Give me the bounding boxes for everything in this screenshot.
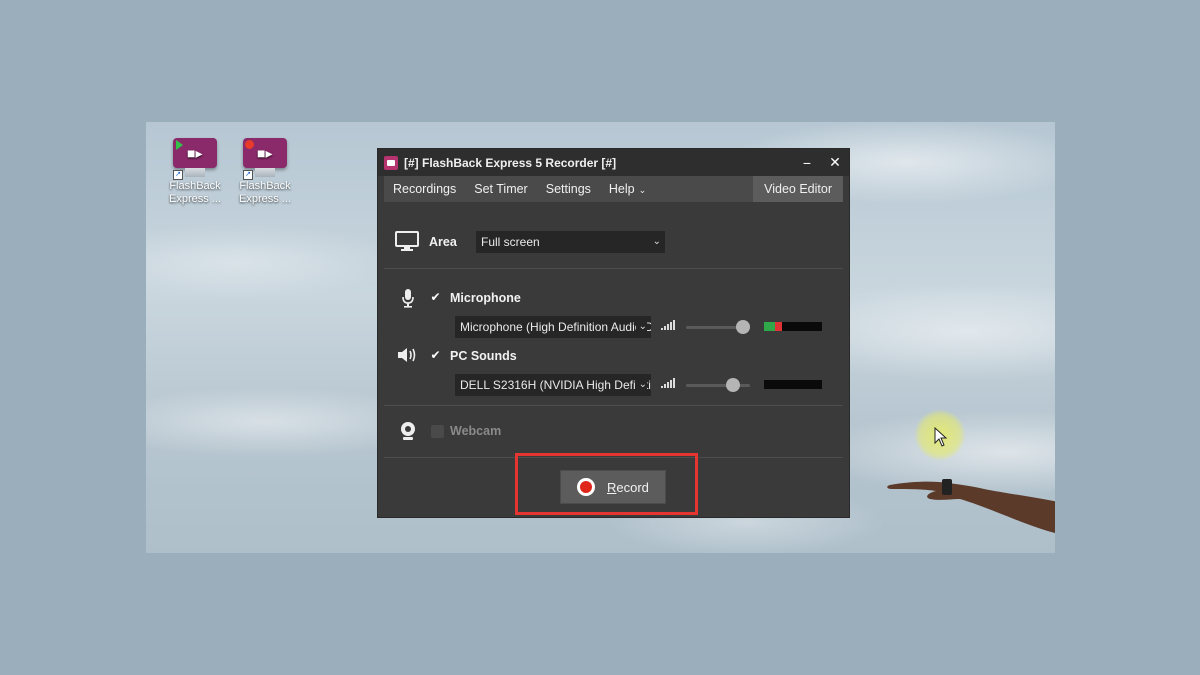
record-icon	[577, 478, 595, 496]
desktop-icon-label: FlashBack Express ...	[239, 180, 291, 205]
microphone-device-value: Microphone (High Definition Audio Device…	[460, 320, 651, 334]
flashback-player-icon: ■▸ ↗	[173, 138, 217, 180]
volume-bars-icon	[661, 378, 675, 388]
desktop-icon-flashback-recorder[interactable]: ■▸ ↗ FlashBack Express ...	[234, 138, 296, 206]
pc-sounds-checkbox[interactable]: ✔	[429, 349, 442, 362]
area-select[interactable]: Full screen ⌄	[476, 231, 665, 253]
webcam-checkbox[interactable]	[431, 425, 444, 438]
webcam-label: Webcam	[450, 424, 502, 438]
menu-set-timer[interactable]: Set Timer	[465, 176, 537, 202]
minimize-button[interactable]: −	[793, 155, 821, 171]
close-button[interactable]: ✕	[821, 154, 849, 171]
pc-sounds-volume-track[interactable]	[686, 384, 750, 387]
area-label: Area	[429, 235, 457, 249]
shortcut-arrow-icon: ↗	[243, 170, 253, 180]
flashback-recorder-icon: ■▸ ↗	[243, 138, 287, 180]
chevron-down-icon: ⌄	[635, 316, 647, 338]
flashback-app-icon	[384, 155, 398, 170]
webcam-icon	[401, 422, 415, 440]
pc-sounds-device-value: DELL S2316H (NVIDIA High Definition Audi…	[460, 378, 651, 392]
menu-settings[interactable]: Settings	[537, 176, 600, 202]
microphone-label: Microphone	[450, 291, 521, 305]
area-select-value: Full screen	[481, 235, 540, 249]
monitor-icon	[395, 231, 419, 251]
desktop-icon-flashback-player[interactable]: ■▸ ↗ FlashBack Express ...	[164, 138, 226, 206]
pc-sounds-label: PC Sounds	[450, 349, 517, 363]
pc-sounds-device-select[interactable]: DELL S2316H (NVIDIA High Definition Audi…	[455, 374, 651, 396]
title-bar[interactable]: [#] FlashBack Express 5 Recorder [#] − ✕	[378, 149, 849, 176]
microphone-level-meter	[764, 322, 822, 331]
microphone-level-fill	[764, 322, 782, 331]
microphone-volume-slider[interactable]	[736, 320, 750, 334]
menu-recordings[interactable]: Recordings	[384, 176, 465, 202]
volume-bars-icon	[661, 320, 675, 330]
chevron-down-icon: ⌄	[638, 184, 647, 195]
speaker-icon	[398, 348, 416, 362]
desktop-icon-label: FlashBack Express ...	[169, 180, 221, 205]
chevron-down-icon: ⌄	[649, 231, 661, 253]
menu-help[interactable]: Help ⌄	[600, 176, 655, 203]
record-button-label: Record	[607, 479, 649, 495]
menu-bar: Recordings Set Timer Settings Help ⌄ Vide…	[384, 176, 843, 202]
microphone-checkbox[interactable]: ✔	[429, 291, 442, 304]
microphone-device-select[interactable]: Microphone (High Definition Audio Device…	[455, 316, 651, 338]
menu-help-label: Help	[608, 181, 635, 196]
video-editor-button[interactable]: Video Editor	[753, 176, 843, 202]
webcam-section: Webcam	[384, 406, 843, 458]
pc-sounds-level-meter	[764, 380, 822, 389]
mouse-cursor-icon	[934, 427, 948, 447]
record-button[interactable]: Record	[560, 470, 666, 504]
pc-sounds-volume-slider[interactable]	[726, 378, 740, 392]
pointing-hand-photo	[887, 479, 1055, 534]
audio-section: ✔ Microphone Microphone (High Definition…	[384, 269, 843, 406]
area-section: Area Full screen ⌄	[384, 202, 843, 269]
microphone-icon	[402, 289, 414, 308]
shortcut-arrow-icon: ↗	[173, 170, 183, 180]
window-title: [#] FlashBack Express 5 Recorder [#]	[404, 155, 617, 170]
chevron-down-icon: ⌄	[635, 374, 647, 396]
